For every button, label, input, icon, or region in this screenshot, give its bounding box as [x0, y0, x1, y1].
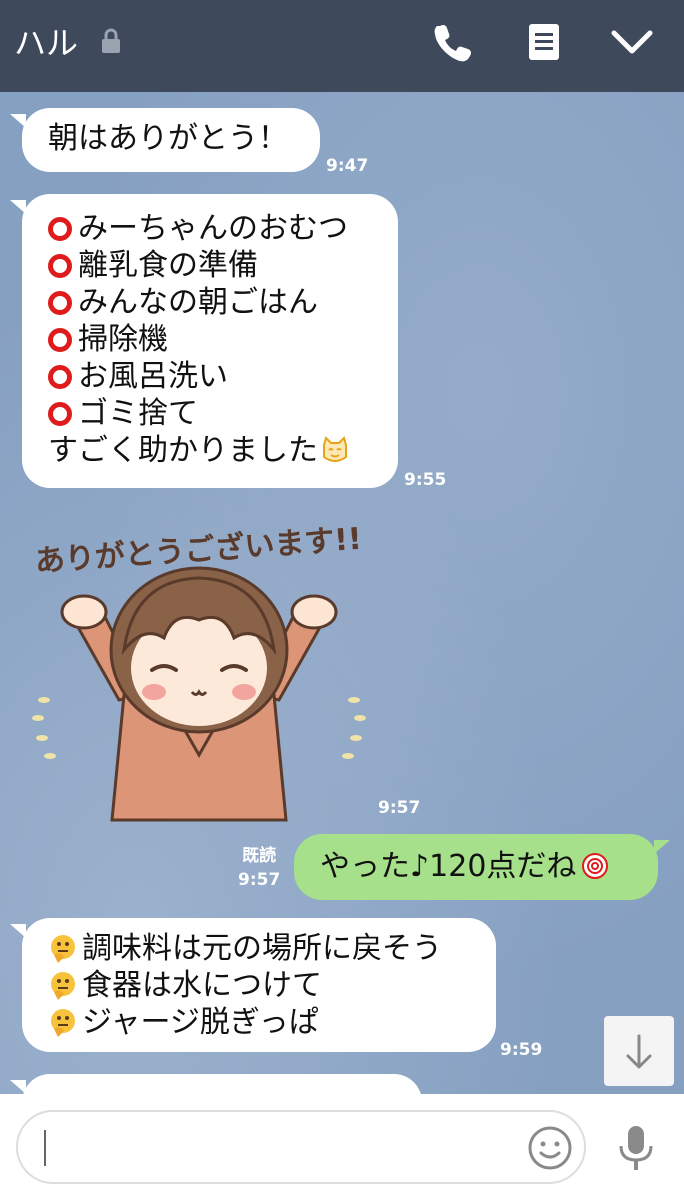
message-time: 9:47	[326, 156, 369, 176]
message-time: 9:55	[404, 470, 447, 490]
message-text: やった♪120点だね	[320, 848, 632, 885]
red-circle-icon	[48, 217, 72, 241]
message-text: 朝はありがとう！	[48, 121, 288, 156]
list-item: 食器は水につけて	[48, 967, 470, 1004]
message-bubble[interactable]: 朝はありがとう！	[10, 108, 320, 172]
lock-icon	[102, 28, 120, 53]
cat-emoji-icon	[323, 436, 347, 462]
thinking-face-icon	[51, 935, 75, 963]
message-text: すごく助かりました	[48, 432, 372, 469]
arrow-down-icon	[626, 1034, 652, 1069]
notes-icon[interactable]	[522, 20, 566, 64]
red-circle-icon	[48, 328, 72, 352]
chat-title: ハル	[14, 24, 79, 62]
message-time: 9:59	[500, 1040, 543, 1060]
input-bar	[0, 1094, 684, 1200]
list-item: 掃除機	[48, 321, 372, 358]
rosette-icon	[582, 853, 609, 879]
microphone-icon[interactable]	[614, 1124, 658, 1176]
sticker[interactable]: ありがとうございます!!	[24, 520, 374, 822]
message-bubble[interactable]: 調味料は元の場所に戻そう 食器は水につけて ジャージ脱ぎっぱ	[10, 918, 496, 1052]
chat-area[interactable]: 朝はありがとう！ 9:47 みーちゃんのおむつ 離乳食の準備 みんなの朝ごはん …	[0, 92, 684, 1094]
read-receipt: 既読 9:57	[238, 846, 281, 890]
message-bubble[interactable]: みーちゃんのおむつ 離乳食の準備 みんなの朝ごはん 掃除機 お風呂洗い ゴミ捨て…	[10, 194, 398, 488]
text-caret	[44, 1130, 46, 1166]
message-time: 9:57	[378, 798, 421, 818]
chat-header: ハル	[0, 0, 684, 92]
red-circle-icon	[48, 365, 72, 389]
chevron-down-icon[interactable]	[610, 20, 654, 64]
emoji-icon[interactable]	[526, 1124, 574, 1172]
red-circle-icon	[48, 402, 72, 426]
red-circle-icon	[48, 291, 72, 315]
list-item: みーちゃんのおむつ	[48, 210, 372, 247]
list-item: お風呂洗い	[48, 358, 372, 395]
thinking-face-icon	[51, 1009, 75, 1037]
list-item: 離乳食の準備	[48, 247, 372, 284]
message-bubble[interactable]: やった♪120点だね	[294, 834, 670, 900]
sticker-illustration: ありがとうございます!!	[32, 522, 366, 822]
thinking-face-icon	[51, 972, 75, 1000]
message-bubble-partial[interactable]	[10, 1074, 422, 1094]
red-circle-icon	[48, 254, 72, 278]
list-item: 調味料は元の場所に戻そう	[48, 930, 470, 967]
list-item: ジャージ脱ぎっぱ	[48, 1004, 470, 1041]
list-item: みんなの朝ごはん	[48, 284, 372, 321]
scroll-to-bottom-button[interactable]	[604, 1016, 674, 1086]
phone-icon[interactable]	[430, 20, 474, 64]
message-input[interactable]	[16, 1110, 586, 1184]
list-item: ゴミ捨て	[48, 395, 372, 432]
